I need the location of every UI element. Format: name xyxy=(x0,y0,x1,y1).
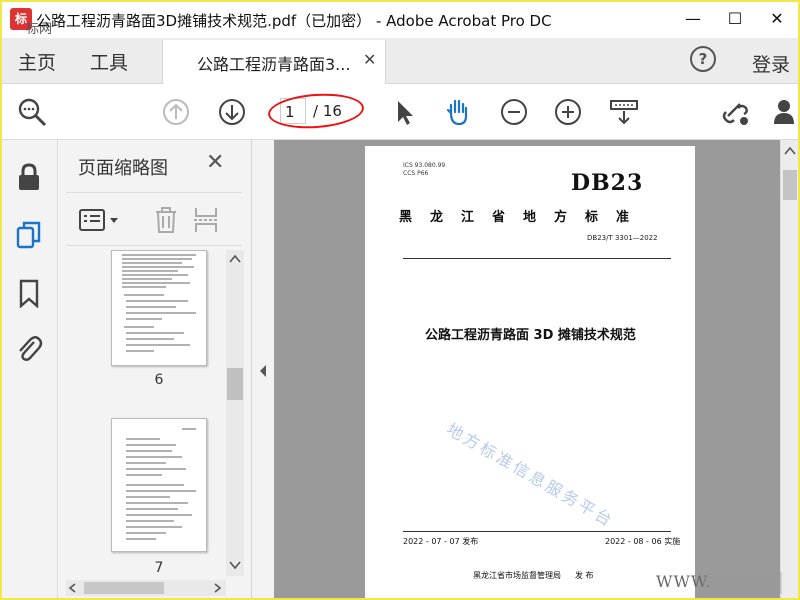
thumbnail-content xyxy=(126,428,196,540)
thumbnail-label-6: 6 xyxy=(154,372,164,388)
tab-home[interactable]: 主页 xyxy=(18,48,56,75)
document-tab-label: 公路工程沥青路面3... xyxy=(197,55,351,74)
help-icon[interactable]: ? xyxy=(690,46,716,72)
panel-title: 页面缩略图 xyxy=(78,158,168,179)
delete-page-icon[interactable] xyxy=(152,205,180,235)
document-scrollbar[interactable] xyxy=(780,140,798,598)
tab-document[interactable]: 公路工程沥青路面3... ✕ xyxy=(162,40,386,84)
left-rail xyxy=(2,140,58,598)
title-bar: 标 标网 公路工程沥青路面3D摊铺技术规范.pdf（已加密） - Adobe A… xyxy=(2,2,798,38)
tab-bar: 主页 工具 公路工程沥青路面3... ✕ ? 登录 xyxy=(2,38,798,84)
toolbar: 1 / 16 xyxy=(2,84,798,140)
thumbnail-content xyxy=(122,254,196,352)
scroll-down-icon[interactable] xyxy=(229,560,241,570)
pdf-title: 公路工程沥青路面 3D 摊铺技术规范 xyxy=(425,328,636,343)
thumbnail-page-6[interactable] xyxy=(111,250,207,366)
close-window-button[interactable]: ✕ xyxy=(762,6,792,32)
pdf-ics: ICS 93.080.99 xyxy=(403,162,446,169)
acrobat-window: 标 标网 公路工程沥青路面3D摊铺技术规范.pdf（已加密） - Adobe A… xyxy=(2,2,798,598)
pdf-db-logo: DB23 xyxy=(571,170,644,196)
previous-page-icon[interactable] xyxy=(160,96,192,128)
panel-close-icon[interactable]: ✕ xyxy=(206,150,224,175)
thumbnails-scroll-thumb[interactable] xyxy=(227,368,243,400)
maximize-button[interactable]: ☐ xyxy=(720,6,750,32)
scroll-right-icon[interactable] xyxy=(212,583,222,593)
thumbnails-list: 6 7 xyxy=(66,250,226,590)
doc-scroll-up-icon[interactable] xyxy=(784,146,796,156)
watermark-cover xyxy=(702,572,782,594)
pdf-standard-code: DB23/T 3301—2022 xyxy=(587,234,658,242)
bookmark-icon[interactable] xyxy=(14,278,44,308)
add-user-icon[interactable] xyxy=(772,96,798,128)
collapse-panel-icon[interactable] xyxy=(258,364,268,378)
panel-splitter[interactable] xyxy=(252,140,274,598)
pdf-page: ICS 93.080.99 CCS P66 DB23 黑龙江省地方标准 DB23… xyxy=(365,146,695,598)
thumbnail-options-icon[interactable] xyxy=(78,207,122,233)
scroll-up-icon[interactable] xyxy=(229,254,241,264)
thumbnails-hscrollbar[interactable] xyxy=(66,580,226,596)
scroll-left-icon[interactable] xyxy=(68,583,78,593)
attachment-icon[interactable] xyxy=(14,334,44,364)
lock-icon[interactable] xyxy=(14,162,44,192)
pdf-rule-bottom xyxy=(403,531,671,532)
share-link-icon[interactable] xyxy=(720,96,752,128)
pdf-standard-name: 黑龙江省地方标准 xyxy=(399,210,648,225)
search-icon[interactable] xyxy=(16,96,48,128)
select-cursor-icon[interactable] xyxy=(388,96,420,128)
page-thumbnails-icon[interactable] xyxy=(14,220,44,250)
thumbnail-label-7: 7 xyxy=(154,560,164,576)
thumbnail-page-7[interactable] xyxy=(111,418,207,552)
minimize-button[interactable]: — xyxy=(678,6,708,32)
thumbnails-panel: 页面缩略图 ✕ 6 7 xyxy=(58,140,252,598)
hand-tool-icon[interactable] xyxy=(442,96,474,128)
pdf-ccs: CCS P66 xyxy=(403,170,429,177)
document-scroll-thumb[interactable] xyxy=(783,170,797,200)
thumbnails-hscroll-thumb[interactable] xyxy=(84,582,164,594)
zoom-in-icon[interactable] xyxy=(552,96,584,128)
panel-tools xyxy=(66,192,242,246)
document-viewport[interactable]: ICS 93.080.99 CCS P66 DB23 黑龙江省地方标准 DB23… xyxy=(274,140,780,598)
pdf-implement-date: 2022 - 08 - 06 实施 xyxy=(605,537,681,546)
pdf-rule-top xyxy=(403,258,671,259)
page-display-icon[interactable] xyxy=(608,96,640,128)
tab-tools[interactable]: 工具 xyxy=(90,48,128,75)
document-tab-close-icon[interactable]: ✕ xyxy=(363,50,376,69)
next-page-icon[interactable] xyxy=(216,96,248,128)
zoom-out-icon[interactable] xyxy=(498,96,530,128)
login-button[interactable]: 登录 xyxy=(752,50,790,77)
window-title: 公路工程沥青路面3D摊铺技术规范.pdf（已加密） - Adobe Acroba… xyxy=(36,12,552,30)
pdf-watermark: 地方标准信息服务平台 xyxy=(443,419,618,531)
pdf-publisher: 黑龙江省市场监督管理局 xyxy=(473,571,561,580)
insert-page-icon[interactable] xyxy=(192,205,220,235)
pdf-publish-word: 发 布 xyxy=(575,571,594,580)
pdf-release-date: 2022 - 07 - 07 发布 xyxy=(403,537,479,546)
thumbnails-scrollbar[interactable] xyxy=(226,250,244,576)
